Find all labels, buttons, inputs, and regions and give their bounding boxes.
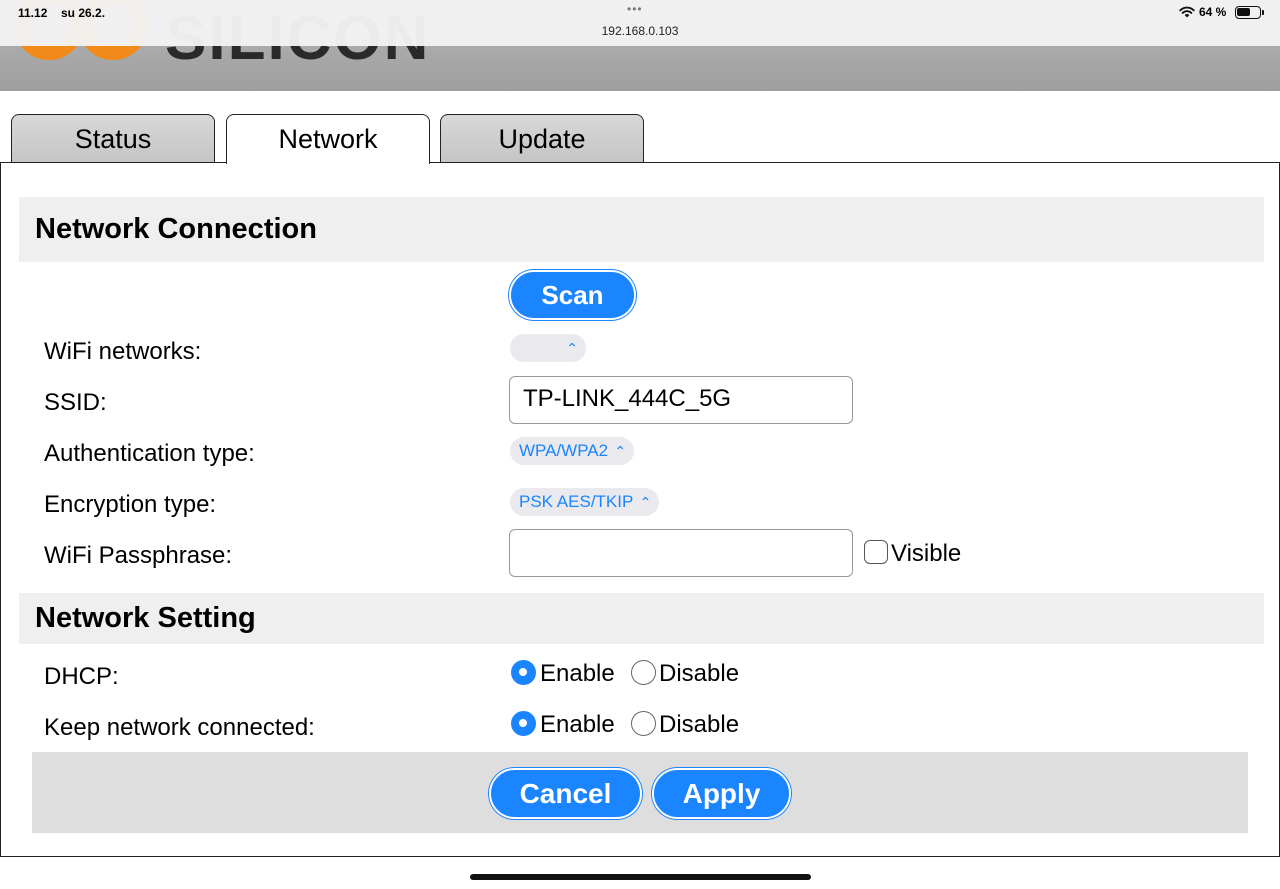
status-bar: 11.12 su 26.2. ••• 192.168.0.103 64 % (0, 0, 1280, 46)
encryption-type-label: Encryption type: (44, 491, 217, 518)
auth-type-select[interactable]: WPA/WPA2 ⌃ (510, 437, 635, 465)
more-dots-icon[interactable]: ••• (627, 2, 643, 16)
network-connection-header: Network Connection (19, 197, 1264, 262)
dhcp-disable-label[interactable]: Disable (659, 660, 739, 688)
dhcp-label: DHCP: (44, 663, 119, 690)
encryption-type-select[interactable]: PSK AES/TKIP ⌃ (510, 488, 660, 516)
cancel-button[interactable]: Cancel (489, 768, 642, 819)
status-date: su 26.2. (61, 6, 106, 20)
section-title-network-connection: Network Connection (35, 213, 317, 245)
visible-checkbox[interactable] (864, 540, 888, 564)
wifi-icon (1179, 6, 1195, 18)
chevron-updown-icon: ⌃ (639, 494, 652, 510)
keep-connected-disable-radio[interactable] (631, 711, 656, 736)
chevron-updown-icon: ⌃ (614, 443, 627, 459)
auth-type-value: WPA/WPA2 (519, 441, 609, 460)
keep-connected-enable-label[interactable]: Enable (540, 711, 615, 739)
ssid-label: SSID: (44, 389, 107, 416)
section-title-network-setting: Network Setting (35, 602, 256, 634)
tab-status[interactable]: Status (11, 114, 215, 164)
encryption-type-value: PSK AES/TKIP (519, 492, 634, 511)
visible-checkbox-label[interactable]: Visible (891, 540, 961, 568)
address-bar-url[interactable]: 192.168.0.103 (0, 24, 1280, 38)
keep-connected-enable-radio[interactable] (511, 711, 536, 736)
wifi-networks-label: WiFi networks: (44, 338, 202, 365)
dhcp-disable-radio[interactable] (631, 660, 656, 685)
dhcp-enable-label[interactable]: Enable (540, 660, 615, 688)
battery-percent: 64 % (1199, 5, 1227, 19)
auth-type-label: Authentication type: (44, 440, 255, 467)
ssid-input[interactable]: TP-LINK_444C_5G (509, 376, 853, 424)
apply-button[interactable]: Apply (652, 768, 791, 819)
chevron-updown-icon: ⌃ (566, 340, 578, 356)
keep-connected-label: Keep network connected: (44, 714, 315, 741)
home-indicator[interactable] (470, 874, 811, 880)
tab-update[interactable]: Update (440, 114, 644, 164)
dhcp-enable-radio[interactable] (511, 660, 536, 685)
status-time: 11.12 (18, 6, 48, 20)
passphrase-label: WiFi Passphrase: (44, 542, 233, 569)
tab-network[interactable]: Network (226, 114, 430, 164)
passphrase-input[interactable] (509, 529, 853, 577)
scan-button[interactable]: Scan (509, 270, 636, 320)
battery-icon (1235, 6, 1264, 19)
wifi-networks-select[interactable]: ⌃ (510, 334, 586, 362)
keep-connected-disable-label[interactable]: Disable (659, 711, 739, 739)
network-setting-header: Network Setting (19, 593, 1264, 644)
